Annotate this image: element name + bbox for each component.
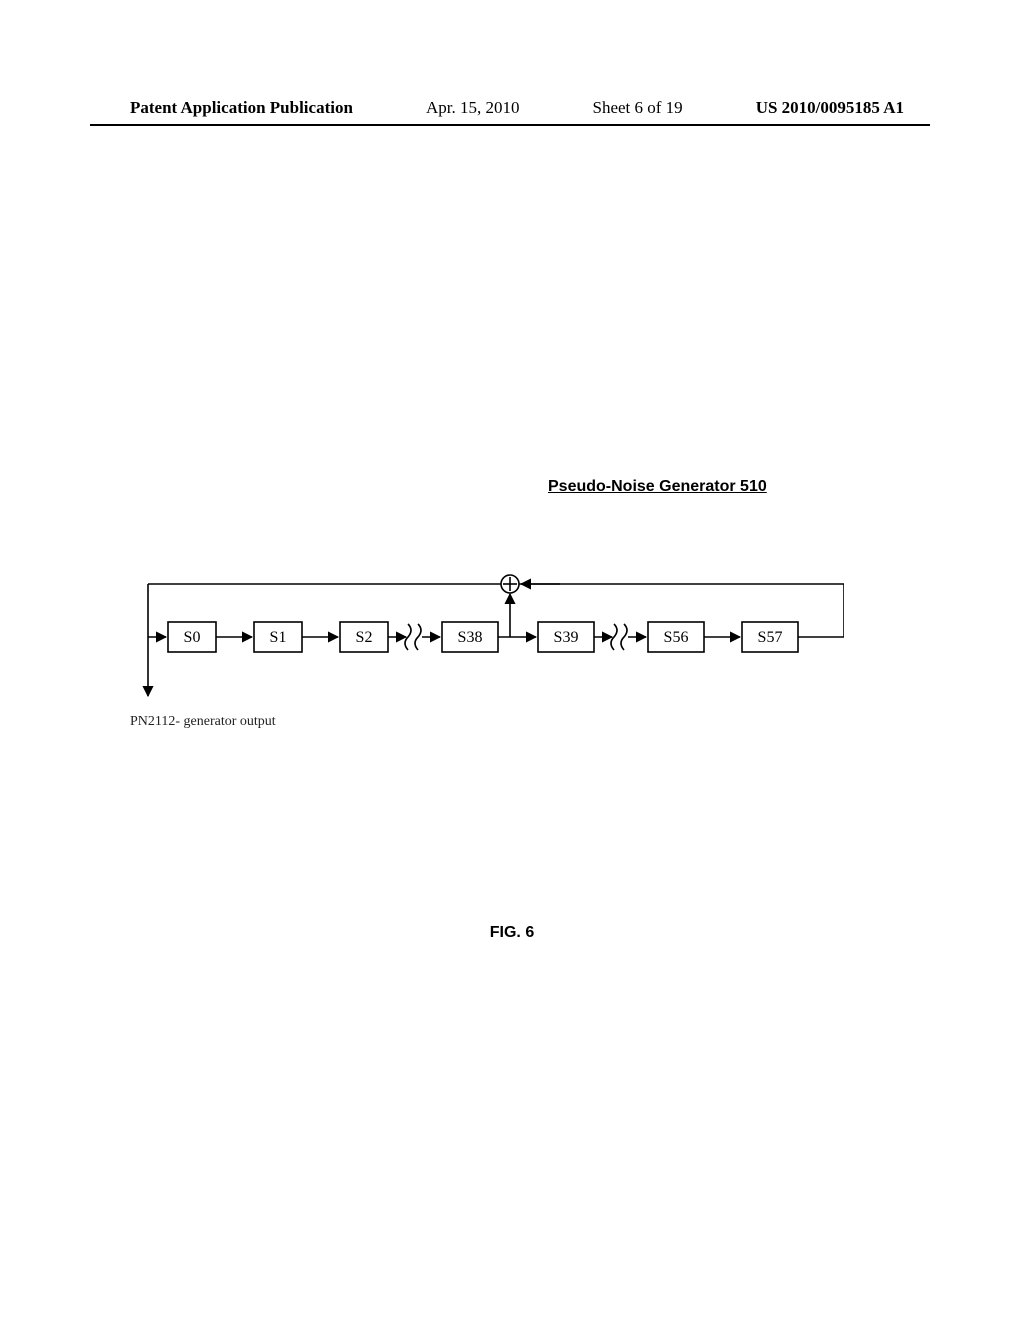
ellipsis-break: [405, 624, 421, 650]
register-label: S0: [184, 629, 201, 646]
header-docnum: US 2010/0095185 A1: [756, 98, 904, 118]
header-rule: [90, 124, 930, 126]
register-label: S57: [758, 629, 783, 646]
register-label: S2: [356, 629, 373, 646]
figure-label: FIG. 6: [0, 924, 1024, 942]
header-date: Apr. 15, 2010: [426, 98, 520, 118]
patent-page: Patent Application Publication Apr. 15, …: [0, 0, 1024, 1320]
lfsr-diagram: S0 S1 S2 S38: [140, 574, 844, 706]
lfsr-svg: S0 S1 S2 S38: [140, 574, 844, 706]
register-label: S39: [554, 629, 579, 646]
register-label: S56: [664, 629, 689, 646]
register-label: S38: [458, 629, 483, 646]
header-sheet: Sheet 6 of 19: [592, 98, 682, 118]
output-label: PN2112- generator output: [130, 714, 276, 730]
ellipsis-break: [611, 624, 627, 650]
header-publication: Patent Application Publication: [130, 98, 353, 118]
page-header: Patent Application Publication Apr. 15, …: [0, 98, 1024, 124]
register-label: S1: [270, 629, 287, 646]
component-title: Pseudo-Noise Generator 510: [548, 478, 767, 496]
